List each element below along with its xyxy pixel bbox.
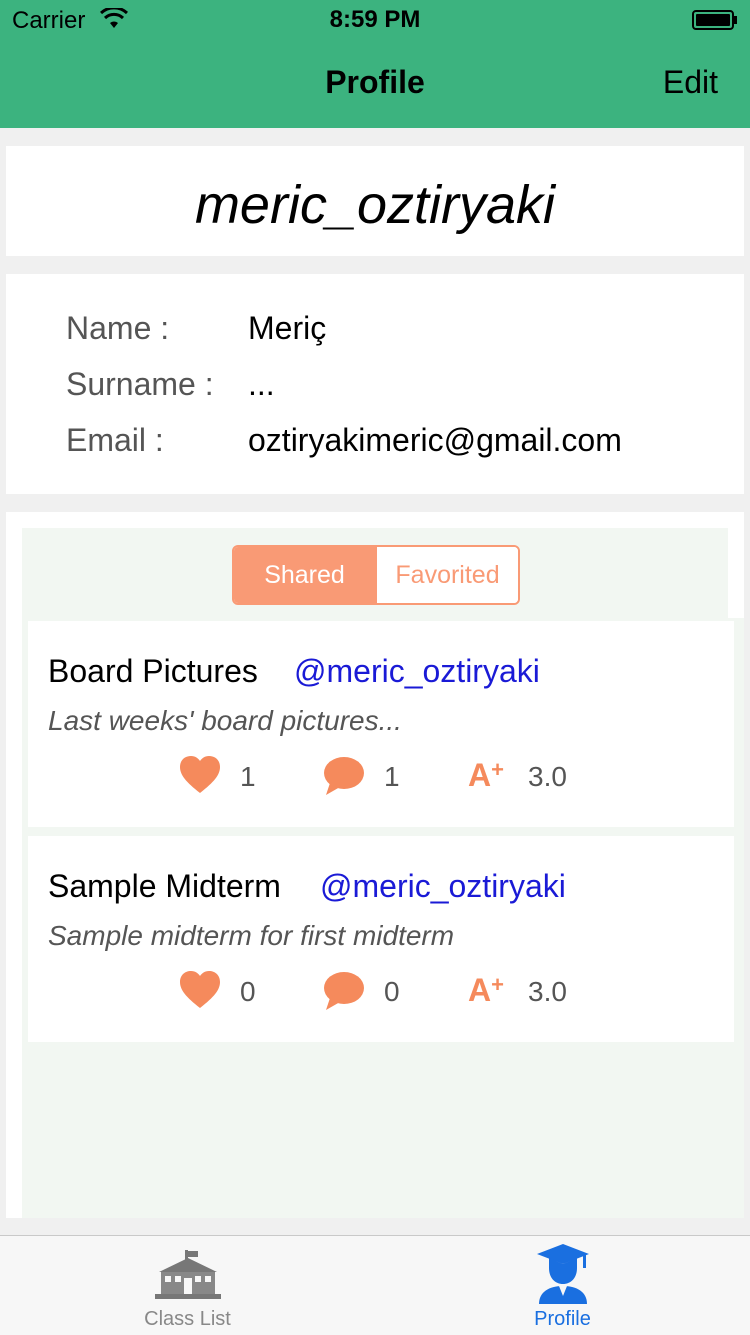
comment-icon[interactable]: [322, 755, 366, 797]
likes-count: 1: [240, 761, 256, 792]
email-value: oztiryakimeric@gmail.com: [248, 422, 622, 458]
tab-profile[interactable]: Profile: [375, 1236, 750, 1335]
comments-count: 0: [384, 976, 400, 1007]
post-card[interactable]: Board Pictures @meric_oztiryaki Last wee…: [28, 621, 734, 827]
likes-count: 0: [240, 976, 256, 1007]
profile-info-panel: Name : Meriç Surname : ... Email : oztir…: [6, 274, 744, 494]
tab-label: Profile: [534, 1308, 591, 1330]
email-label: Email :: [66, 422, 164, 458]
segment-favorited[interactable]: Favorited: [375, 547, 518, 603]
post-description: Last weeks' board pictures...: [48, 705, 402, 736]
comments-count: 1: [384, 761, 400, 792]
name-label: Name :: [66, 310, 170, 346]
comment-icon[interactable]: [322, 970, 366, 1012]
post-author-link[interactable]: @meric_oztiryaki: [294, 653, 540, 690]
surname-label: Surname :: [66, 366, 214, 402]
post-title: Board Pictures: [48, 653, 258, 689]
shared-favorited-segment[interactable]: Shared Favorited: [232, 545, 520, 605]
tab-label: Class List: [144, 1308, 231, 1330]
status-bar: Carrier 8:59 PM: [0, 0, 750, 40]
graduate-student-icon: [537, 1244, 589, 1304]
surname-value: ...: [248, 366, 275, 402]
grade-value: 3.0: [528, 761, 567, 792]
post-description: Sample midterm for first midterm: [48, 920, 455, 951]
heart-icon[interactable]: [178, 755, 222, 795]
name-value: Meriç: [248, 310, 327, 346]
grade-value: 3.0: [528, 976, 567, 1007]
tab-bar: Class List Profile: [0, 1235, 750, 1335]
edit-button[interactable]: Edit: [663, 64, 718, 101]
post-title: Sample Midterm: [48, 868, 281, 904]
grade-icon: A+: [468, 757, 504, 793]
grade-icon: A+: [468, 972, 504, 1008]
school-building-icon: [155, 1250, 221, 1299]
segment-shared[interactable]: Shared: [234, 547, 375, 603]
navigation-bar: Carrier 8:59 PM Profile Edit: [0, 0, 750, 128]
tab-class-list[interactable]: Class List: [0, 1236, 375, 1335]
post-card[interactable]: Sample Midterm @meric_oztiryaki Sample m…: [28, 836, 734, 1042]
username-heading: meric_oztiryaki: [194, 175, 556, 235]
battery-icon: [692, 10, 737, 30]
heart-icon[interactable]: [178, 970, 222, 1010]
post-author-link[interactable]: @meric_oztiryaki: [320, 868, 566, 905]
status-time: 8:59 PM: [329, 6, 421, 33]
page-title: Profile: [325, 64, 425, 100]
username-panel: meric_oztiryaki: [6, 146, 744, 256]
